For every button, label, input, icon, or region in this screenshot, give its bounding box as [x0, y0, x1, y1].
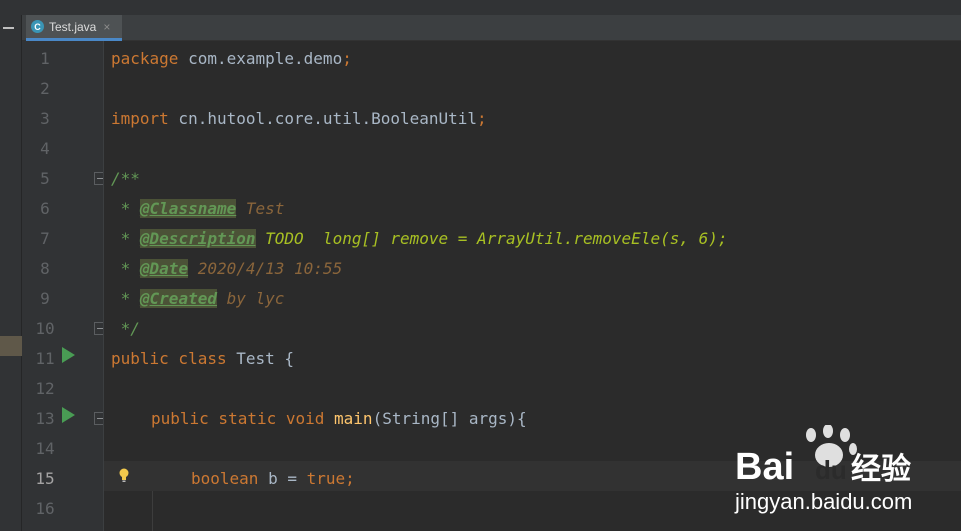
line-number: 5	[40, 169, 50, 188]
run-main-icon[interactable]	[62, 407, 75, 423]
brand-cn: 经验	[851, 452, 911, 487]
left-tool-strip	[0, 15, 22, 531]
comment-star: *	[111, 289, 140, 308]
code-line-8: * @Date 2020/4/13 10:55	[111, 254, 342, 284]
variable-assign: b =	[258, 469, 307, 488]
window-top-strip	[0, 0, 961, 15]
javadoc-tag: @Date	[139, 259, 189, 278]
keyword: boolean	[191, 469, 259, 488]
keyword: public class	[111, 349, 227, 368]
code-line-5: /**	[111, 169, 140, 188]
line-number: 7	[40, 229, 50, 248]
comment-text: 2020/4/13 10:55	[188, 259, 343, 278]
line-number: 9	[40, 289, 50, 308]
code-line-13: public static void main(String[] args){	[151, 404, 527, 434]
keyword: public static void	[151, 409, 325, 428]
semicolon: ;	[345, 469, 355, 488]
editor-tab-bar: C Test.java ×	[22, 15, 961, 41]
left-strip-marker	[0, 336, 22, 356]
import-path: cn.hutool.core.util.BooleanUtil	[168, 109, 478, 128]
comment-star: *	[111, 229, 140, 248]
comment-star: *	[111, 199, 140, 218]
javadoc-tag: @Created	[139, 289, 217, 308]
lightbulb-icon[interactable]	[117, 467, 131, 483]
indent-guide	[152, 491, 153, 531]
code-line-11: public class Test {	[111, 344, 294, 374]
line-number: 16	[35, 499, 55, 518]
code-line-3: import cn.hutool.core.util.BooleanUtil;	[111, 104, 487, 134]
code-line-10: */	[111, 319, 140, 338]
code-line-6: * @Classname Test	[111, 194, 284, 224]
semicolon: ;	[342, 49, 352, 68]
baidu-jingyan-watermark: Bai du 经验 jingyan.baidu.com	[734, 425, 912, 514]
collapse-panel-icon[interactable]	[3, 27, 14, 29]
line-number: 14	[35, 439, 55, 458]
watermark-url: jingyan.baidu.com	[734, 489, 912, 514]
method-params: (String[] args){	[372, 409, 527, 428]
package-name: com.example.demo	[178, 49, 343, 68]
javadoc-tag: @Description	[139, 229, 256, 248]
tab-label: Test.java	[49, 19, 97, 34]
close-icon[interactable]: ×	[103, 20, 110, 34]
line-number: 6	[40, 199, 50, 218]
line-number: 8	[40, 259, 50, 278]
comment-text: Test	[236, 199, 285, 218]
run-class-icon[interactable]	[62, 347, 75, 363]
keyword: package	[111, 49, 179, 68]
method-name: main	[334, 409, 373, 428]
code-line-1: package com.example.demo;	[111, 44, 352, 74]
class-decl: Test {	[226, 349, 295, 368]
todo-text: TODO long[] remove = ArrayUtil.removeEle…	[255, 229, 728, 248]
brand-du: du	[815, 455, 847, 485]
line-number: 4	[40, 139, 50, 158]
line-number: 13	[35, 409, 55, 428]
line-number: 1	[40, 49, 50, 68]
code-line-9: * @Created by lyc	[111, 284, 284, 314]
code-line-7: * @Description TODO long[] remove = Arra…	[111, 224, 728, 254]
line-number: 2	[40, 79, 50, 98]
brand-text: Bai	[735, 446, 794, 488]
line-number-gutter[interactable]: 1 2 3 4 5 6 7 8 9 10 11 12 13 14 15 16	[22, 41, 107, 531]
class-icon: C	[31, 20, 44, 33]
keyword: import	[111, 109, 169, 128]
line-number: 10	[35, 319, 55, 338]
line-number: 12	[35, 379, 55, 398]
code-line-15: boolean b = true;	[191, 464, 355, 494]
line-number: 11	[35, 349, 55, 368]
keyword: true	[306, 469, 346, 488]
current-line-number: 15	[35, 469, 55, 488]
javadoc-tag: @Classname	[139, 199, 237, 218]
comment-star: *	[111, 259, 140, 278]
comment-text: by lyc	[216, 289, 285, 308]
semicolon: ;	[477, 109, 487, 128]
tab-test-java[interactable]: C Test.java ×	[26, 15, 122, 41]
line-number: 3	[40, 109, 50, 128]
